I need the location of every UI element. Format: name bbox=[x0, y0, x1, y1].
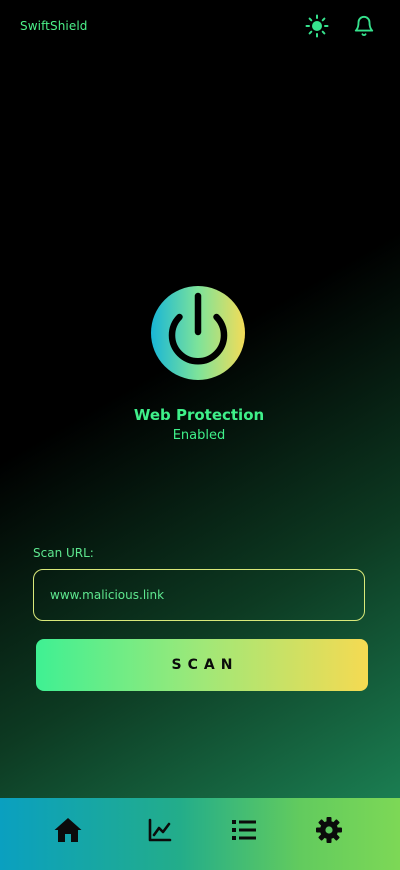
nav-settings[interactable] bbox=[313, 814, 345, 846]
home-icon bbox=[54, 818, 82, 842]
nav-list[interactable] bbox=[228, 814, 260, 846]
scan-url-input[interactable] bbox=[33, 569, 365, 621]
gear-icon bbox=[316, 817, 342, 843]
protection-toggle-button[interactable] bbox=[149, 284, 247, 382]
protection-status: Enabled bbox=[172, 428, 226, 443]
top-bar: SwiftShield bbox=[0, 0, 400, 54]
theme-toggle-button[interactable] bbox=[305, 14, 329, 38]
chart-icon bbox=[148, 818, 172, 842]
nav-stats[interactable] bbox=[144, 814, 176, 846]
power-icon bbox=[151, 286, 245, 380]
scan-button[interactable]: SCAN bbox=[36, 639, 368, 691]
bell-icon bbox=[354, 16, 374, 37]
sun-icon bbox=[305, 14, 329, 38]
notifications-button[interactable] bbox=[352, 14, 376, 38]
app-brand: SwiftShield bbox=[20, 19, 88, 33]
bottom-nav bbox=[0, 798, 400, 870]
app-screen: SwiftShield Web Protection Enabled Scan … bbox=[0, 0, 400, 870]
scan-url-label: Scan URL: bbox=[33, 546, 94, 560]
nav-home[interactable] bbox=[52, 814, 84, 846]
list-icon bbox=[232, 820, 256, 840]
protection-title: Web Protection bbox=[133, 406, 265, 424]
